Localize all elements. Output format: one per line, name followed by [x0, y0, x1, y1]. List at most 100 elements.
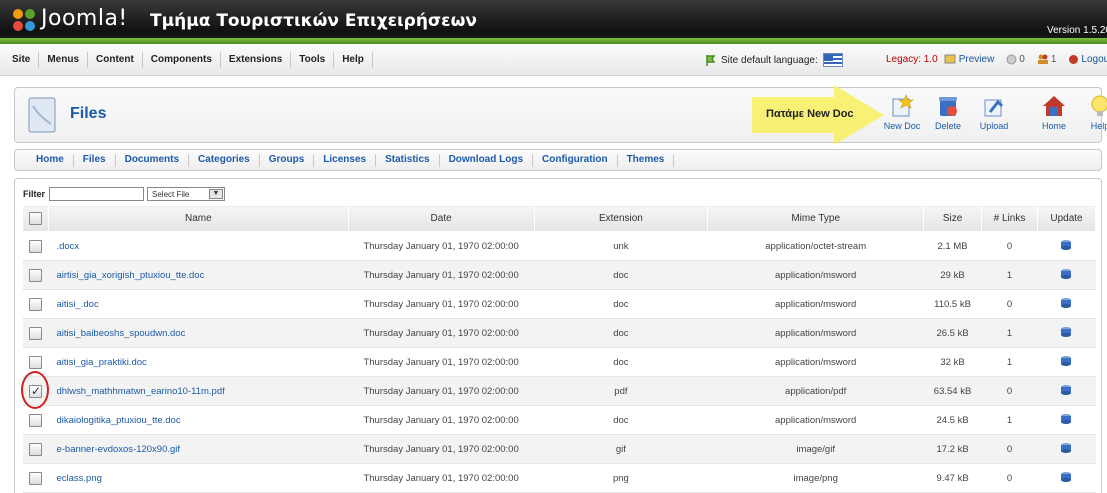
row-checkbox[interactable]: [28, 471, 42, 485]
component-submenu: Home Files Documents Categories Groups L…: [14, 149, 1102, 171]
file-links: 0: [981, 463, 1038, 493]
row-checkbox[interactable]: [28, 239, 42, 253]
file-name-link[interactable]: aitisi_baibeoshs_spoudwn.doc: [56, 328, 185, 339]
update-icon[interactable]: [1060, 442, 1072, 454]
submenu-groups[interactable]: Groups: [260, 154, 315, 167]
file-name-cell: airtisi_gia_xorigish_ptuxiou_tte.doc: [48, 260, 349, 290]
submenu-download-logs[interactable]: Download Logs: [440, 154, 534, 167]
update-icon[interactable]: [1060, 297, 1072, 309]
filter-row: Filter Select File ▼: [23, 187, 226, 201]
file-name-link[interactable]: dhlwsh_mathhmatwn_earino10-11m.pdf: [56, 386, 224, 397]
preview-label: Preview: [958, 54, 995, 65]
file-size: 9.47 kB: [923, 463, 982, 493]
update-icon[interactable]: [1060, 239, 1072, 251]
update-icon[interactable]: [1060, 413, 1072, 425]
col-links[interactable]: # Links: [981, 205, 1038, 232]
menu-item-content[interactable]: Content: [88, 52, 143, 68]
table-row: aitisi_gia_praktiki.doc Thursday January …: [22, 347, 1096, 377]
delete-button[interactable]: Delete: [925, 92, 971, 131]
file-name-link[interactable]: .docx: [56, 241, 79, 252]
file-name-cell: aitisi_gia_praktiki.doc: [48, 347, 349, 377]
file-name-cell: dhlwsh_mathhmatwn_earino10-11m.pdf: [48, 376, 349, 406]
file-name-link[interactable]: e-banner-evdoxos-120x90.gif: [56, 444, 180, 455]
submenu-categories[interactable]: Categories: [189, 154, 260, 167]
row-checkbox[interactable]: [28, 442, 42, 456]
table-row: aitisi_baibeoshs_spoudwn.doc Thursday Jan…: [22, 318, 1096, 348]
submenu-themes[interactable]: Themes: [618, 154, 675, 167]
submenu-files[interactable]: Files: [74, 154, 116, 167]
messages-count[interactable]: 0: [1006, 54, 1031, 65]
help-button[interactable]: Help: [1077, 92, 1107, 131]
file-date: Thursday January 01, 1970 02:00:00: [348, 347, 534, 377]
preview-icon: [944, 54, 956, 64]
update-icon[interactable]: [1060, 355, 1072, 367]
menu-item-extensions[interactable]: Extensions: [221, 52, 292, 68]
row-checkbox[interactable]: [28, 297, 42, 311]
file-name-cell: eclass.png: [48, 463, 349, 493]
update-cell: [1037, 318, 1096, 348]
file-date: Thursday January 01, 1970 02:00:00: [348, 318, 534, 348]
joomla-logo-icon: [13, 9, 35, 31]
file-extension: unk: [534, 231, 708, 261]
logout-link[interactable]: Logout: [1068, 54, 1107, 65]
menu-item-menus[interactable]: Menus: [39, 52, 89, 68]
file-extension: doc: [534, 405, 708, 435]
submenu-statistics[interactable]: Statistics: [376, 154, 440, 167]
submenu-configuration[interactable]: Configuration: [533, 154, 618, 167]
file-name-link[interactable]: dikaiologitika_ptuxiou_tte.doc: [56, 415, 180, 426]
filter-label: Filter: [23, 189, 46, 199]
menu-item-components[interactable]: Components: [143, 52, 221, 68]
users-icon: [1037, 54, 1048, 64]
update-icon[interactable]: [1060, 268, 1072, 280]
file-name-link[interactable]: airtisi_gia_xorigish_ptuxiou_tte.doc: [56, 270, 204, 281]
file-name-cell: e-banner-evdoxos-120x90.gif: [48, 434, 349, 464]
users-count[interactable]: 1: [1037, 54, 1063, 65]
version-label: Version 1.5.20: [1047, 25, 1107, 36]
file-name-link[interactable]: aitisi_.doc: [56, 299, 98, 310]
row-checkbox[interactable]: [28, 413, 42, 427]
main-menubar: Site Menus Content Components Extensions…: [0, 44, 1107, 76]
delete-label: Delete: [934, 121, 961, 131]
new-doc-button[interactable]: New Doc: [879, 92, 925, 131]
menu-list: Site Menus Content Components Extensions…: [4, 52, 373, 68]
submenu-home[interactable]: Home: [28, 154, 74, 167]
file-size: 32 kB: [923, 347, 982, 377]
file-date: Thursday January 01, 1970 02:00:00: [348, 289, 534, 319]
upload-button[interactable]: Upload: [971, 92, 1017, 131]
update-icon[interactable]: [1060, 326, 1072, 338]
table-row: aitisi_.doc Thursday January 01, 1970 02:…: [22, 289, 1096, 319]
greek-flag-icon[interactable]: [822, 53, 843, 67]
preview-link[interactable]: Preview: [944, 54, 1001, 65]
files-icon: [28, 97, 56, 133]
file-extension: doc: [534, 318, 708, 348]
file-mime-type: application/octet-stream: [707, 231, 924, 261]
menu-item-help[interactable]: Help: [334, 52, 373, 68]
select-file-dropdown[interactable]: Select File ▼: [147, 187, 226, 201]
update-cell: [1037, 260, 1096, 290]
update-icon[interactable]: [1060, 384, 1072, 396]
submenu-documents[interactable]: Documents: [116, 154, 190, 167]
toolbar-buttons: New Doc Delete Upload Home Help: [879, 92, 1107, 131]
col-size[interactable]: Size: [923, 205, 983, 232]
menu-item-tools[interactable]: Tools: [291, 52, 335, 68]
file-name-link[interactable]: aitisi_gia_praktiki.doc: [56, 357, 146, 368]
col-extension[interactable]: Extension: [533, 205, 709, 232]
messages-count-value: 0: [1019, 54, 1025, 65]
row-checkbox[interactable]: [28, 268, 42, 282]
submenu-licenses[interactable]: Licenses: [314, 154, 377, 167]
row-checkbox-cell: [22, 434, 49, 464]
row-checkbox[interactable]: [28, 355, 42, 369]
col-mime-type[interactable]: Mime Type: [707, 205, 925, 232]
col-date[interactable]: Date: [347, 205, 535, 232]
filter-input[interactable]: [49, 187, 145, 201]
select-all-checkbox[interactable]: [28, 212, 42, 225]
file-name-link[interactable]: eclass.png: [56, 473, 101, 484]
table-row: .docx Thursday January 01, 1970 02:00:00 u…: [22, 231, 1096, 261]
menu-item-site[interactable]: Site: [4, 52, 40, 68]
home-button[interactable]: Home: [1031, 92, 1077, 131]
file-links: 0: [981, 376, 1038, 406]
update-icon[interactable]: [1060, 471, 1072, 483]
table-row: dikaiologitika_ptuxiou_tte.doc Thursday J…: [22, 405, 1096, 435]
row-checkbox[interactable]: [28, 326, 42, 340]
col-name[interactable]: Name: [47, 205, 349, 232]
